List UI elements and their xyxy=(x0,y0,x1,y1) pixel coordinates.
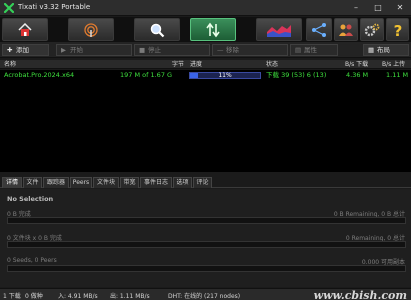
downloads-count: 1 下载 xyxy=(3,293,21,300)
bandwidth-button[interactable] xyxy=(68,18,114,41)
stop-icon: ■ xyxy=(139,46,146,54)
properties-label: 属性 xyxy=(304,46,317,54)
users-icon xyxy=(339,24,353,36)
graphs-button[interactable] xyxy=(256,18,302,41)
home-icon xyxy=(18,22,32,36)
close-button[interactable]: ✕ xyxy=(389,0,411,16)
antenna-icon xyxy=(84,22,98,37)
column-progress[interactable]: 进度 xyxy=(190,60,202,69)
tixati-logo-icon xyxy=(4,3,14,13)
play-icon: ▶ xyxy=(61,46,66,54)
start-label: 开始 xyxy=(70,46,83,54)
column-status[interactable]: 状态 xyxy=(266,60,278,69)
stop-label: 停止 xyxy=(148,46,161,54)
status-bar: 1 下载 0 做种 入: 4.91 MB/s 出: 1.11 MB/s DHT:… xyxy=(0,288,411,300)
progress-percent: 11% xyxy=(218,72,232,79)
no-selection-label: No Selection xyxy=(7,195,54,203)
maximize-button[interactable]: □ xyxy=(367,0,389,16)
network-icon xyxy=(312,22,326,37)
pieces-progress-bar xyxy=(7,241,406,248)
stop-button[interactable]: ■ 停止 xyxy=(134,44,210,56)
layout-icon: ▦ xyxy=(368,46,375,54)
seeds-peers: 0 Seeds, 0 Peers xyxy=(7,257,57,264)
svg-text:?: ? xyxy=(393,22,402,38)
outgoing-rate: 出: 1.11 MB/s xyxy=(110,293,150,300)
layout-label: 布局 xyxy=(377,46,390,54)
home-button[interactable] xyxy=(2,18,48,41)
column-upload-speed[interactable]: B/s 上传 xyxy=(382,60,405,69)
add-label: 添加 xyxy=(16,46,29,54)
details-pane: No Selection 0 B 完成 0 B Remaining, 0 B 总… xyxy=(0,189,411,287)
dht-status: DHT: 在线的 (217 nodes) xyxy=(168,293,241,300)
tab-options[interactable]: 选项 xyxy=(173,177,192,188)
plus-icon: ✚ xyxy=(7,46,13,54)
column-name[interactable]: 名称 xyxy=(4,60,16,69)
search-icon xyxy=(150,23,165,37)
transfer-bytes: 197 M of 1.67 G xyxy=(120,71,173,79)
transfer-list: Acrobat.Pro.2024.x64 197 M of 1.67 G 11%… xyxy=(0,70,411,172)
transfers-icon xyxy=(206,22,220,37)
settings-button[interactable] xyxy=(360,18,384,41)
transfer-list-header: 名称 字节 进度 状态 B/s 下载 B/s 上传 xyxy=(0,60,411,69)
help-icon: ? xyxy=(393,22,402,38)
availability-bar xyxy=(7,265,406,272)
bytes-progress-bar xyxy=(7,217,406,224)
layout-button[interactable]: ▦ 布局 xyxy=(363,44,409,56)
column-download-speed[interactable]: B/s 下载 xyxy=(345,60,368,69)
properties-icon: ▤ xyxy=(295,46,302,54)
properties-button[interactable]: ▤ 属性 xyxy=(290,44,338,56)
transfer-upload-speed: 1.11 M xyxy=(386,71,409,79)
action-bar: ✚ 添加 ▶ 开始 ■ 停止 — 移除 ▤ 属性 ▦ 布局 xyxy=(0,42,411,58)
title-bar: Tixati v3.32 Portable – □ ✕ xyxy=(0,0,411,16)
tab-bandwidth[interactable]: 带宽 xyxy=(120,177,139,188)
add-button[interactable]: ✚ 添加 xyxy=(2,44,49,56)
gears-icon xyxy=(364,23,380,36)
remove-label: 移除 xyxy=(226,46,239,54)
users-button[interactable] xyxy=(334,18,358,41)
graph-icon xyxy=(267,24,291,37)
tab-pieces[interactable]: 文件块 xyxy=(93,177,119,188)
incoming-rate: 入: 4.91 MB/s xyxy=(58,293,98,300)
main-toolbar: ? xyxy=(0,17,411,42)
help-button[interactable]: ? xyxy=(386,18,409,41)
search-button[interactable] xyxy=(134,18,180,41)
transfer-progress-bar: 11% xyxy=(189,72,261,79)
transfer-row[interactable]: Acrobat.Pro.2024.x64 197 M of 1.67 G 11%… xyxy=(0,71,411,80)
seeds-count: 0 做种 xyxy=(25,293,43,300)
transfer-download-speed: 4.36 M xyxy=(346,71,369,79)
column-bytes[interactable]: 字节 xyxy=(172,60,184,69)
tab-files[interactable]: 文件 xyxy=(23,177,42,188)
tab-comments[interactable]: 评论 xyxy=(193,177,212,188)
transfer-name: Acrobat.Pro.2024.x64 xyxy=(4,71,75,79)
remove-button[interactable]: — 移除 xyxy=(212,44,288,56)
tab-event-log[interactable]: 事件日志 xyxy=(140,177,172,188)
detail-tabs: 详情 文件 跟踪器 Peers 文件块 带宽 事件日志 选项 评论 xyxy=(0,176,411,188)
connections-button[interactable] xyxy=(306,18,332,41)
transfers-button[interactable] xyxy=(190,18,236,41)
window-title: Tixati v3.32 Portable xyxy=(18,3,91,11)
tab-trackers[interactable]: 跟踪器 xyxy=(43,177,69,188)
transfer-status: 下载 39 (53) 6 (13) xyxy=(266,71,327,79)
minimize-button[interactable]: – xyxy=(345,0,367,16)
tab-details[interactable]: 详情 xyxy=(2,177,22,188)
minus-icon: — xyxy=(217,46,224,54)
start-button[interactable]: ▶ 开始 xyxy=(56,44,132,56)
watermark: www.cbish.com xyxy=(313,289,407,300)
tab-peers[interactable]: Peers xyxy=(70,177,92,188)
